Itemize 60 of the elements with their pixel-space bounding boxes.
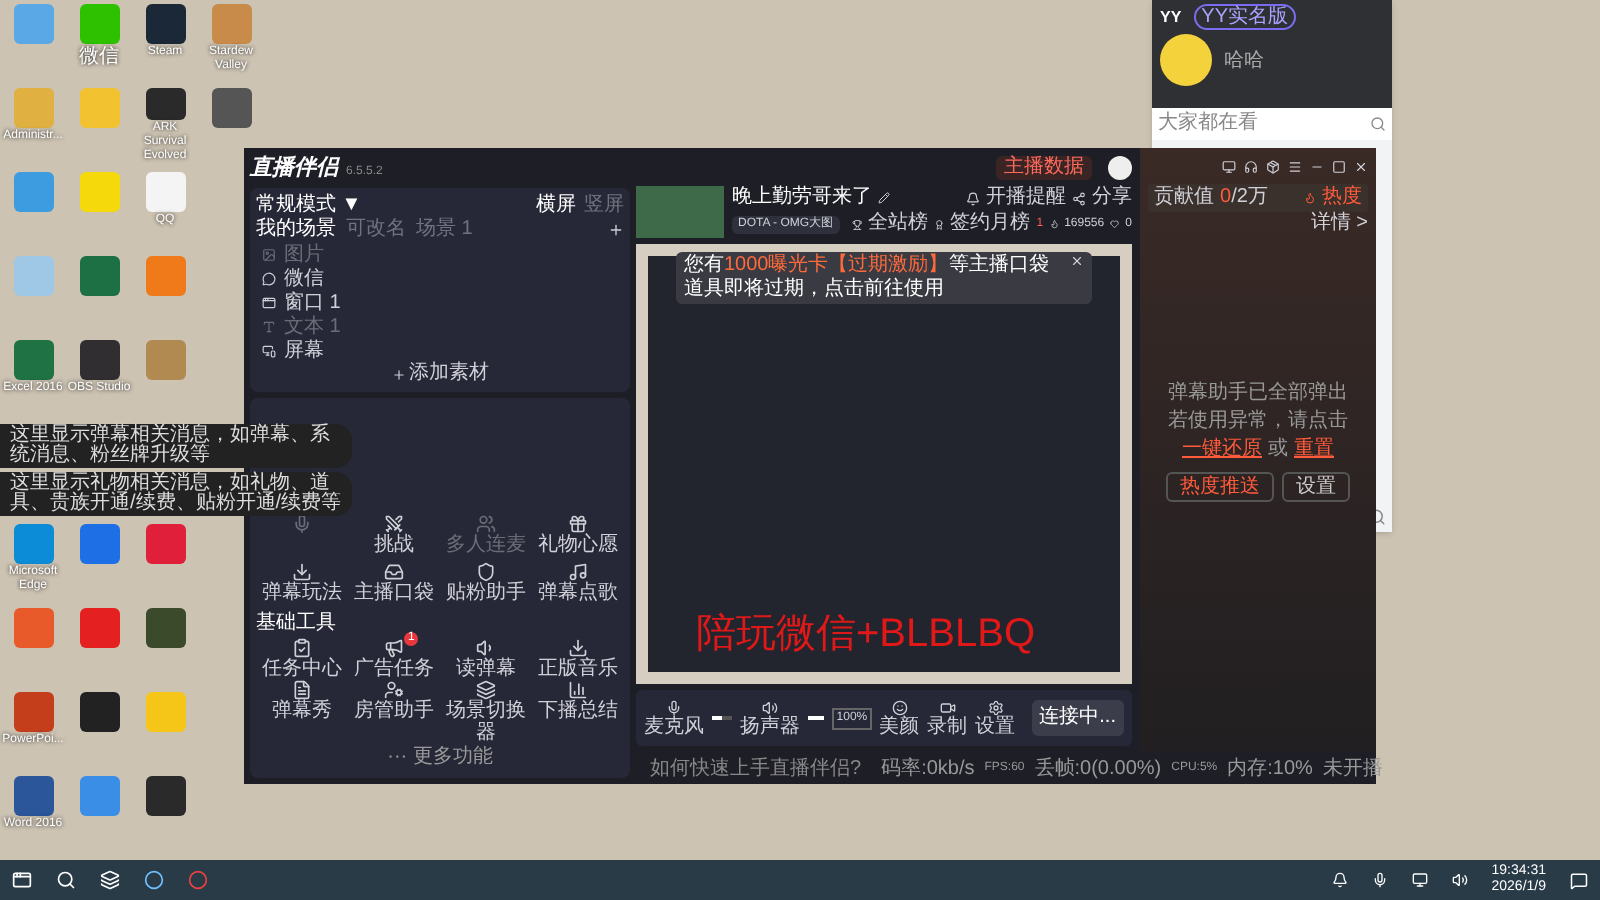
panel-button[interactable]: 设置 [1282, 471, 1350, 501]
mode-dropdown[interactable]: 常规模式 ▼ [256, 194, 362, 218]
orientation-tab[interactable]: 横屏 [536, 194, 576, 218]
scene-tab[interactable]: 我的场景 [256, 218, 336, 242]
action-label[interactable]: 美颜 [879, 715, 920, 737]
notice-text: 您有1000曝光卡【过期激励】等主播口袋道具即将过期，点击前往使用 [684, 254, 1051, 302]
search-placeholder: 大家都在看 [1158, 112, 1258, 136]
shortcut-label: 微信 [77, 46, 121, 68]
tooltip: 这里显示礼物相关消息，如礼物、道具、贵族开通/续费、贴粉开通/续费等 [0, 472, 352, 516]
reset-link[interactable]: 重置 [1294, 437, 1334, 461]
verified-badge: YY实名版 [1193, 4, 1297, 30]
contribution-value: 0/2万 [1220, 186, 1268, 210]
tool-item[interactable]: 挑战 [348, 514, 440, 562]
mic-label: 麦克风 [644, 715, 704, 737]
remind-link[interactable]: 开播提醒 [986, 186, 1066, 210]
tool-item[interactable]: 正版音乐 [532, 638, 624, 680]
section-title: 基础工具 [256, 612, 336, 636]
or-text: 或 [1268, 437, 1288, 461]
more-features-button[interactable]: ··· 更多功能 [256, 746, 624, 770]
stream-title: 晚上勤劳哥来了 [732, 186, 872, 210]
tool-item[interactable]: 房管助手 [348, 680, 440, 722]
tool-item[interactable]: 弹幕秀 [256, 680, 348, 722]
action-label[interactable]: 录制 [927, 715, 968, 737]
contribution-label: 贡献值 [1154, 186, 1214, 210]
help-message: 若使用异常，请点击 [1168, 409, 1348, 433]
add-source-button[interactable]: 添加素材 [256, 362, 624, 386]
share-link[interactable]: 分享 [1092, 186, 1132, 210]
tool-item[interactable]: 读弹幕 [440, 638, 532, 680]
yy-logo: YY [1160, 5, 1182, 29]
tool-item[interactable]: 下播总结 [532, 680, 624, 722]
tooltip: 这里显示弹幕相关消息，如弹幕、系统消息、粉丝牌升级等 [0, 424, 352, 468]
tool-item[interactable]: 礼物心愿 [532, 514, 624, 562]
status-stat: 丢帧:0(0.00%) [1034, 757, 1162, 779]
details-link[interactable]: 详情 > [1310, 212, 1368, 236]
tool-item[interactable]: 弹幕玩法 [256, 562, 348, 610]
tool-item[interactable]: 弹幕点歌 [532, 562, 624, 610]
tool-item[interactable]: 贴粉助手 [440, 562, 532, 610]
app-logo: 直播伴侣 [250, 156, 338, 182]
status-stat: 码率:0kb/s [881, 757, 975, 779]
status-stat: 内存:10% [1227, 757, 1313, 779]
streamer-data-button[interactable]: 主播数据 [996, 156, 1092, 180]
tool-item[interactable]: 主播口袋 [348, 562, 440, 610]
tool-item[interactable]: 任务中心 [256, 638, 348, 680]
help-link[interactable]: 如何快速上手直播伴侣? [650, 757, 862, 779]
rank-link[interactable]: 全站榜 [867, 212, 928, 236]
action-label[interactable]: 设置 [975, 715, 1016, 737]
restore-link[interactable]: 一键还原 [1182, 437, 1262, 461]
source-item[interactable]: 窗口 1 [256, 290, 624, 314]
status-message: 弹幕助手已全部弹出 [1168, 381, 1348, 405]
source-item[interactable]: 屏幕 [256, 338, 624, 362]
connect-button[interactable]: 连接中... [1031, 700, 1124, 736]
heat-label: 热度 [1322, 186, 1362, 210]
tool-item[interactable]: 场景切换器 [440, 680, 532, 744]
overlay-text: 陪玩微信+BLBLBQ [696, 612, 1036, 656]
search-field[interactable]: 大家都在看 [1152, 108, 1392, 140]
user-status: 哈哈 [1224, 47, 1264, 75]
panel-button[interactable]: 热度推送 [1166, 471, 1274, 501]
speaker-label: 扬声器 [739, 715, 800, 737]
source-item[interactable]: 微信 [256, 266, 624, 290]
rank-link[interactable]: 签约月榜 [950, 212, 1031, 236]
